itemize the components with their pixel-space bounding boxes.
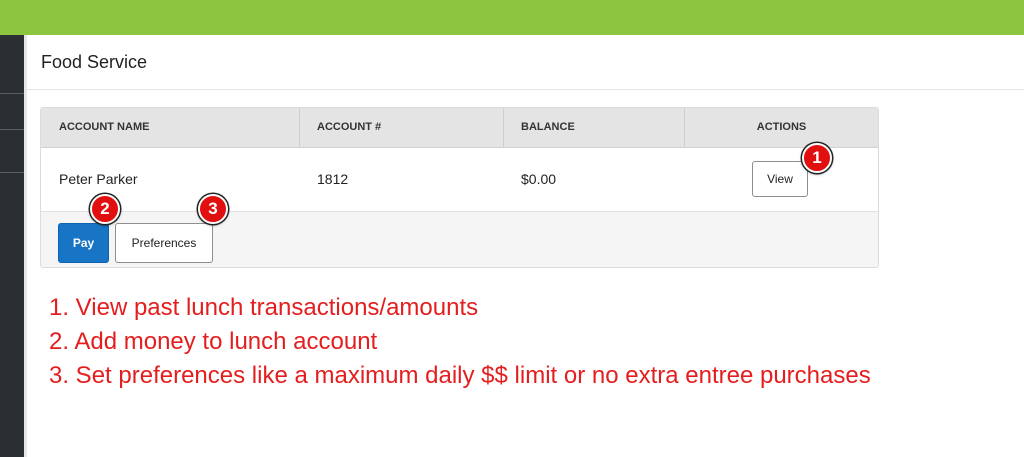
column-divider — [299, 108, 300, 147]
view-button[interactable]: View — [752, 161, 808, 197]
callout-marker-3: 3 — [198, 194, 228, 224]
sidebar-divider — [0, 129, 24, 130]
account-number-cell: 1812 — [317, 171, 349, 187]
column-header-balance: BALANCE — [521, 121, 575, 133]
preferences-button[interactable]: Preferences — [115, 223, 213, 263]
column-header-account-number: ACCOUNT # — [317, 121, 382, 133]
column-divider — [503, 108, 504, 147]
sidebar — [0, 35, 24, 457]
table-row: Peter Parker 1812 $0.00 View — [41, 148, 878, 212]
top-bar — [0, 0, 1024, 35]
sidebar-divider — [0, 93, 24, 94]
sidebar-divider — [0, 172, 24, 173]
balance-cell: $0.00 — [521, 171, 557, 187]
annotation-notes: 1. View past lunch transactions/amounts … — [49, 291, 871, 393]
note-line: 3. Set preferences like a maximum daily … — [49, 362, 871, 389]
page-title: Food Service — [41, 52, 148, 72]
column-header-account-name: ACCOUNT NAME — [59, 121, 150, 133]
table-header: ACCOUNT NAME ACCOUNT # BALANCE ACTIONS — [41, 108, 878, 148]
account-table-card: ACCOUNT NAME ACCOUNT # BALANCE ACTIONS P… — [40, 107, 879, 268]
callout-marker-2: 2 — [90, 194, 120, 224]
pay-button[interactable]: Pay — [58, 223, 109, 263]
callout-marker-1: 1 — [802, 143, 832, 173]
table-footer-actions: Pay Preferences — [41, 212, 878, 267]
note-line: 2. Add money to lunch account — [49, 328, 378, 355]
note-line: 1. View past lunch transactions/amounts — [49, 294, 479, 321]
column-header-actions: ACTIONS — [756, 121, 807, 133]
sidebar-edge — [24, 35, 27, 457]
title-divider — [27, 89, 1024, 90]
